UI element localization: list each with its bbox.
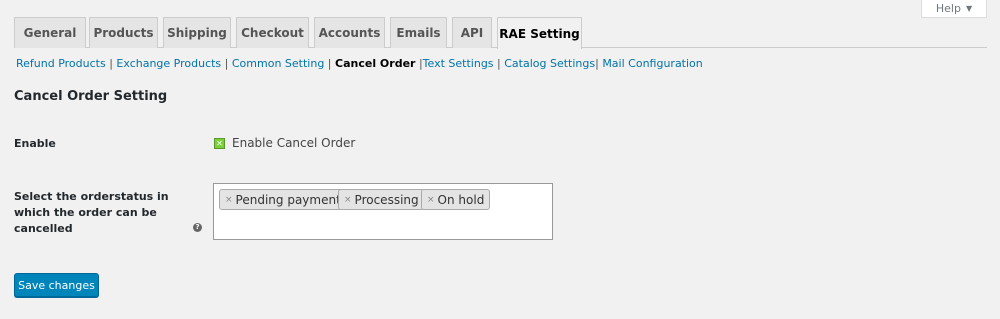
subnav-catalog-settings[interactable]: Catalog Settings — [504, 57, 595, 70]
chip-label: Processing — [354, 192, 419, 207]
tab-rae-setting[interactable]: RAE Setting — [497, 17, 582, 49]
subnav-separator: | — [415, 57, 423, 70]
remove-chip-icon[interactable]: × — [344, 195, 352, 205]
settings-tab-bar: General Products Shipping Checkout Accou… — [14, 17, 987, 49]
help-label: Help — [935, 2, 961, 15]
subnav-exchange-products[interactable]: Exchange Products — [116, 57, 221, 70]
help-button[interactable]: Help ▼ — [921, 0, 987, 18]
tab-api[interactable]: API — [452, 17, 492, 48]
subnav-separator: | — [221, 57, 232, 70]
subnav-text-settings[interactable]: Text Settings — [423, 57, 494, 70]
subnav-mail-configuration[interactable]: Mail Configuration — [602, 57, 702, 70]
enable-cancel-order-checkbox[interactable]: ✕ Enable Cancel Order — [214, 136, 355, 150]
orderstatus-multiselect[interactable]: × Pending payment × Processing × On hold — [213, 183, 553, 240]
save-changes-button[interactable]: Save changes — [14, 273, 99, 297]
sub-navigation: Refund Products | Exchange Products | Co… — [16, 57, 703, 71]
orderstatus-label: Select the orderstatus in which the orde… — [14, 189, 169, 237]
subnav-separator: | — [493, 57, 505, 70]
status-chip-on-hold: × On hold — [421, 189, 491, 210]
tab-shipping[interactable]: Shipping — [163, 17, 231, 48]
caret-down-icon: ▼ — [965, 4, 973, 13]
subnav-separator: | — [324, 57, 332, 70]
status-chip-pending-payment: × Pending payment — [219, 189, 347, 210]
orderstatus-label-line: Select the orderstatus in — [14, 190, 169, 203]
status-chip-processing: × Processing — [338, 189, 425, 210]
tab-general[interactable]: General — [14, 17, 86, 48]
orderstatus-label-line: cancelled — [14, 222, 73, 235]
tab-products[interactable]: Products — [89, 17, 158, 48]
subnav-cancel-order[interactable]: Cancel Order — [335, 57, 415, 70]
help-tip-icon[interactable]: ? — [193, 223, 202, 232]
enable-cancel-order-label: Enable Cancel Order — [232, 136, 356, 150]
enable-label: Enable — [14, 137, 56, 150]
orderstatus-label-line: which the order can be — [14, 206, 157, 219]
subnav-common-setting[interactable]: Common Setting — [232, 57, 324, 70]
subnav-separator: | — [105, 57, 117, 70]
tab-accounts[interactable]: Accounts — [314, 17, 385, 48]
section-title: Cancel Order Setting — [14, 89, 168, 104]
subnav-refund-products[interactable]: Refund Products — [16, 57, 106, 70]
tab-emails[interactable]: Emails — [390, 17, 447, 48]
chip-label: On hold — [437, 192, 485, 207]
chip-label: Pending payment — [235, 192, 341, 207]
checkbox-checked-icon[interactable]: ✕ — [214, 137, 225, 149]
tab-checkout[interactable]: Checkout — [236, 17, 309, 48]
remove-chip-icon[interactable]: × — [225, 195, 233, 205]
remove-chip-icon[interactable]: × — [427, 195, 435, 205]
